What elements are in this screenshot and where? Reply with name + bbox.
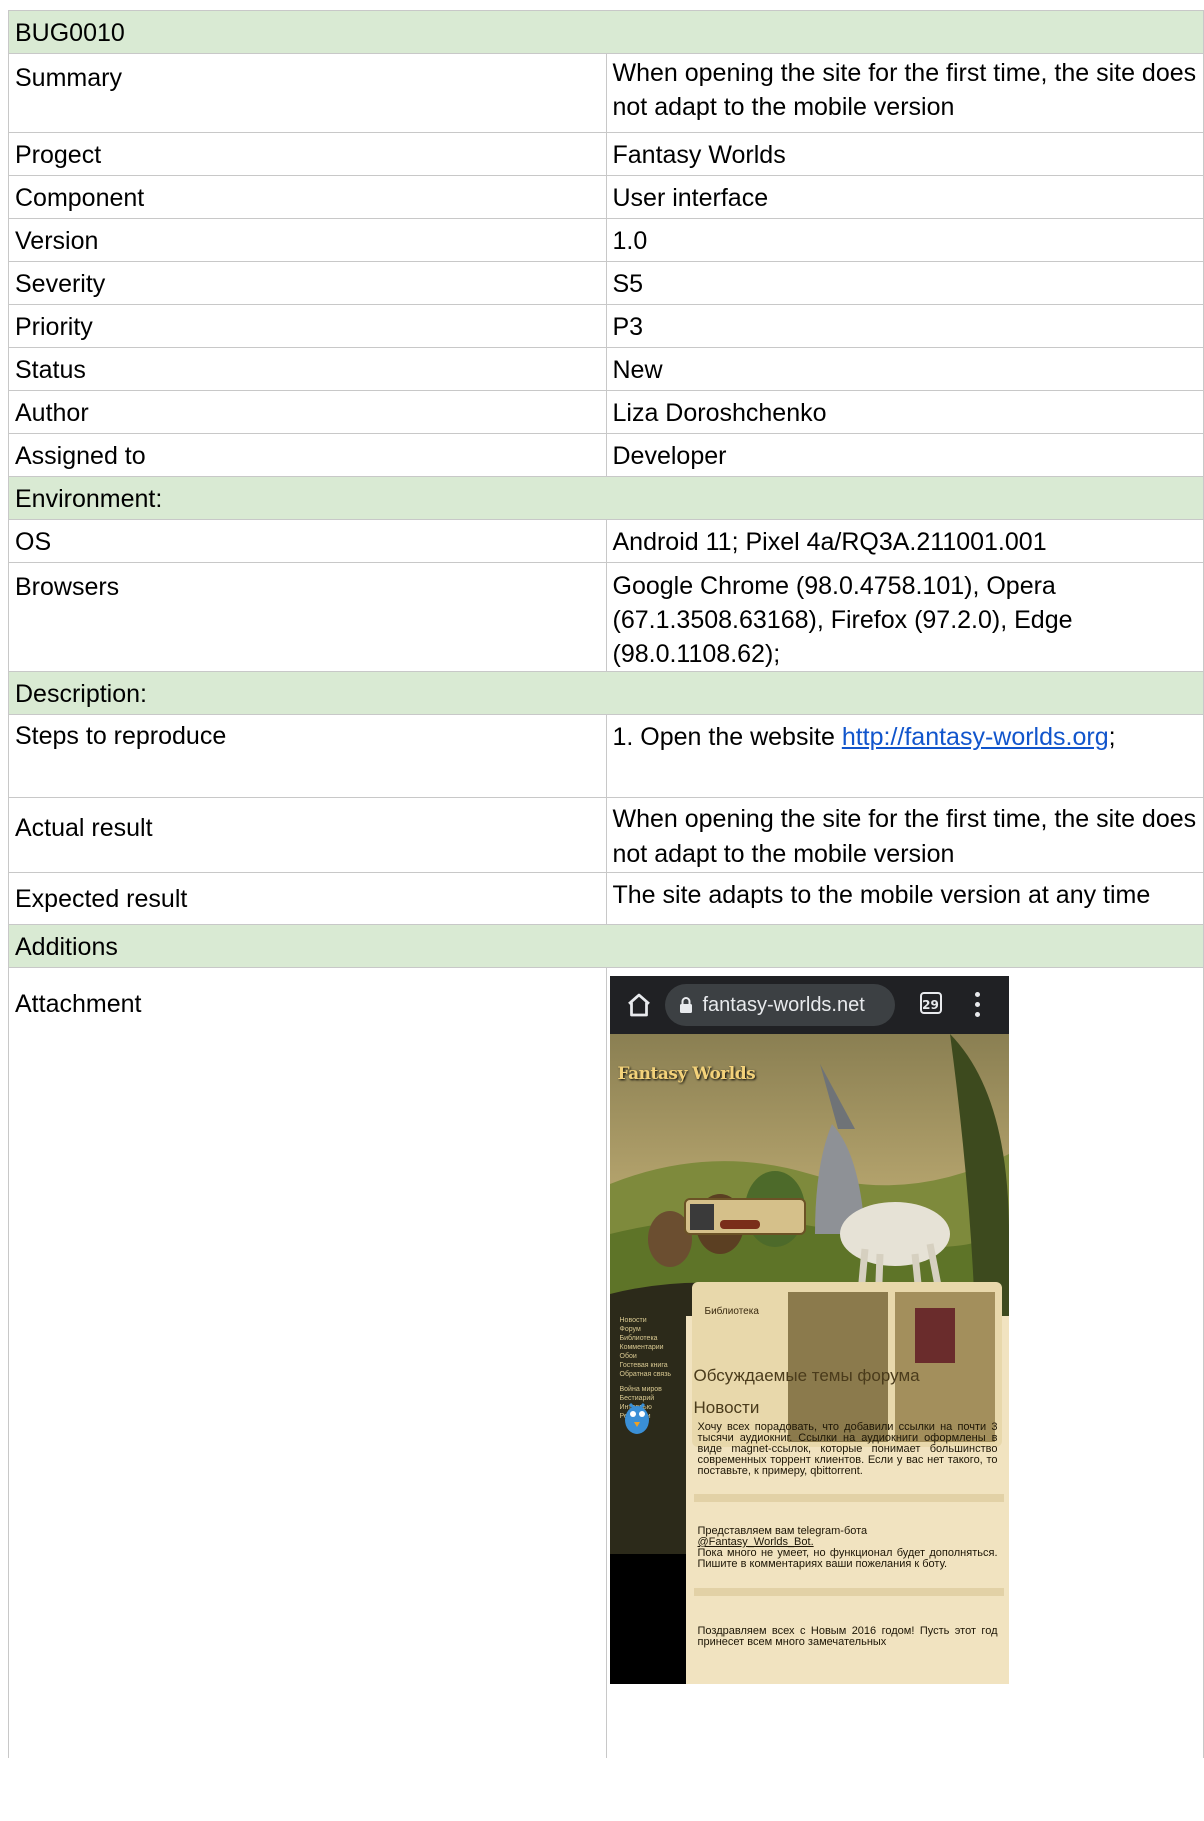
book-cover-image[interactable] <box>914 1308 955 1363</box>
environment-header-row: Environment: <box>8 476 1204 520</box>
field-row-summary: Summary When opening the site for the fi… <box>8 53 1204 133</box>
bug-id: BUG0010 <box>8 10 1204 54</box>
home-icon[interactable] <box>624 990 654 1020</box>
attachment-cell: fantasy-worlds.net 29 Fantasy Worlds Биб… <box>605 967 1204 1758</box>
forum-section-title: Обсуждаемые темы форума <box>693 1366 920 1385</box>
field-label: Browsers <box>8 562 607 672</box>
field-value: Google Chrome (98.0.4758.101), Opera (67… <box>605 562 1204 672</box>
field-row-browsers: Browsers Google Chrome (98.0.4758.101), … <box>8 562 1204 672</box>
sidebar-item[interactable]: Обратная связь <box>610 1370 686 1379</box>
news-2-body: Пока много не умеет, но функционал будет… <box>697 1547 998 1570</box>
field-value: Developer <box>605 433 1204 477</box>
field-value: New <box>605 347 1204 391</box>
field-value: When opening the site for the first time… <box>605 797 1204 873</box>
sidebar-item[interactable]: Обои <box>610 1352 686 1361</box>
field-value: When opening the site for the first time… <box>605 53 1204 133</box>
bug-id-row: BUG0010 <box>8 10 1204 54</box>
steps-prefix: 1. Open the website <box>612 723 842 751</box>
field-row-expected: Expected result The site adapts to the m… <box>8 872 1204 925</box>
news-item-3: Поздравляем всех с Новым 2016 годом! Пус… <box>697 1625 998 1648</box>
site-sidebar: Новости Форум Библиотека Комментарии Обо… <box>610 1316 686 1684</box>
sidebar-item[interactable]: Форум <box>610 1325 686 1334</box>
description-header: Description: <box>8 671 1204 715</box>
field-row-component: Component User interface <box>8 175 1204 219</box>
field-value: User interface <box>605 175 1204 219</box>
address-bar[interactable]: fantasy-worlds.net <box>664 984 895 1026</box>
additions-header-row: Additions <box>8 924 1204 968</box>
sidebar-item[interactable]: Гостевая книга <box>610 1361 686 1370</box>
browser-toolbar: fantasy-worlds.net 29 <box>609 976 1009 1034</box>
field-row-steps: Steps to reproduce 1. Open the website h… <box>8 714 1204 798</box>
field-value: 1.0 <box>605 218 1204 262</box>
field-value: Fantasy Worlds <box>605 132 1204 176</box>
field-label: Version <box>8 218 607 262</box>
library-title: Библиотека <box>704 1306 759 1317</box>
site-logo: Fantasy Worlds <box>617 1064 756 1084</box>
sidebar-item[interactable]: Война миров <box>610 1385 686 1394</box>
field-value: The site adapts to the mobile version at… <box>605 872 1204 925</box>
field-row-version: Version 1.0 <box>8 218 1204 262</box>
description-header-row: Description: <box>8 671 1204 715</box>
lock-icon <box>679 997 692 1013</box>
field-value: Android 11; Pixel 4a/RQ3A.211001.001 <box>605 519 1204 563</box>
twitter-bird-icon[interactable] <box>620 1396 654 1440</box>
field-label: Severity <box>8 261 607 305</box>
steps-suffix: ; <box>1108 723 1116 751</box>
additions-header: Additions <box>8 924 1204 968</box>
field-row-attachment: Attachment fantasy-worlds.net 29 Fantasy… <box>8 967 1204 1758</box>
field-row-priority: Priority P3 <box>8 304 1204 348</box>
field-label: Progect <box>8 132 607 176</box>
sidebar-item[interactable]: Библиотека <box>610 1334 686 1343</box>
field-value: 1. Open the website http://fantasy-world… <box>605 714 1204 798</box>
field-row-assigned: Assigned to Developer <box>8 433 1204 477</box>
field-row-project: Progect Fantasy Worlds <box>8 132 1204 176</box>
field-label: Steps to reproduce <box>8 714 607 798</box>
field-label: Summary <box>8 53 607 133</box>
tabs-count-icon[interactable]: 29 <box>919 992 942 1014</box>
field-row-actual: Actual result When opening the site for … <box>8 797 1204 873</box>
bug-report-table: BUG0010 Summary When opening the site fo… <box>8 10 1204 1758</box>
news-meta-bar <box>693 1588 1004 1596</box>
news-item-2: Представляем вам telegram-бота @Fantasy_… <box>698 1526 998 1570</box>
field-label: Author <box>8 390 607 434</box>
field-label: Assigned to <box>8 433 607 477</box>
sidebar-item[interactable]: Новости <box>610 1316 686 1325</box>
attachment-screenshot[interactable]: fantasy-worlds.net 29 Fantasy Worlds Биб… <box>609 976 1009 1684</box>
environment-header: Environment: <box>8 476 1204 520</box>
sidebar-item[interactable]: Комментарии <box>610 1343 686 1352</box>
field-row-status: Status New <box>8 347 1204 391</box>
field-label: Priority <box>8 304 607 348</box>
website-link[interactable]: http://fantasy-worlds.org <box>842 723 1109 751</box>
field-label: Component <box>8 175 607 219</box>
field-value: P3 <box>605 304 1204 348</box>
more-menu-icon[interactable] <box>974 992 981 1018</box>
field-label: Attachment <box>8 967 607 1758</box>
field-label: OS <box>8 519 607 563</box>
field-row-severity: Severity S5 <box>8 261 1204 305</box>
news-meta-bar <box>693 1494 1004 1502</box>
field-row-os: OS Android 11; Pixel 4a/RQ3A.211001.001 <box>8 519 1204 563</box>
field-label: Status <box>8 347 607 391</box>
url-text: fantasy-worlds.net <box>702 994 865 1016</box>
field-value: Liza Doroshchenko <box>605 390 1204 434</box>
field-row-author: Author Liza Doroshchenko <box>8 390 1204 434</box>
news-item-1: Хочу всех порадовать, что добавили ссылк… <box>697 1421 998 1477</box>
field-value: S5 <box>605 261 1204 305</box>
field-label: Expected result <box>8 872 607 925</box>
field-label: Actual result <box>8 797 607 873</box>
